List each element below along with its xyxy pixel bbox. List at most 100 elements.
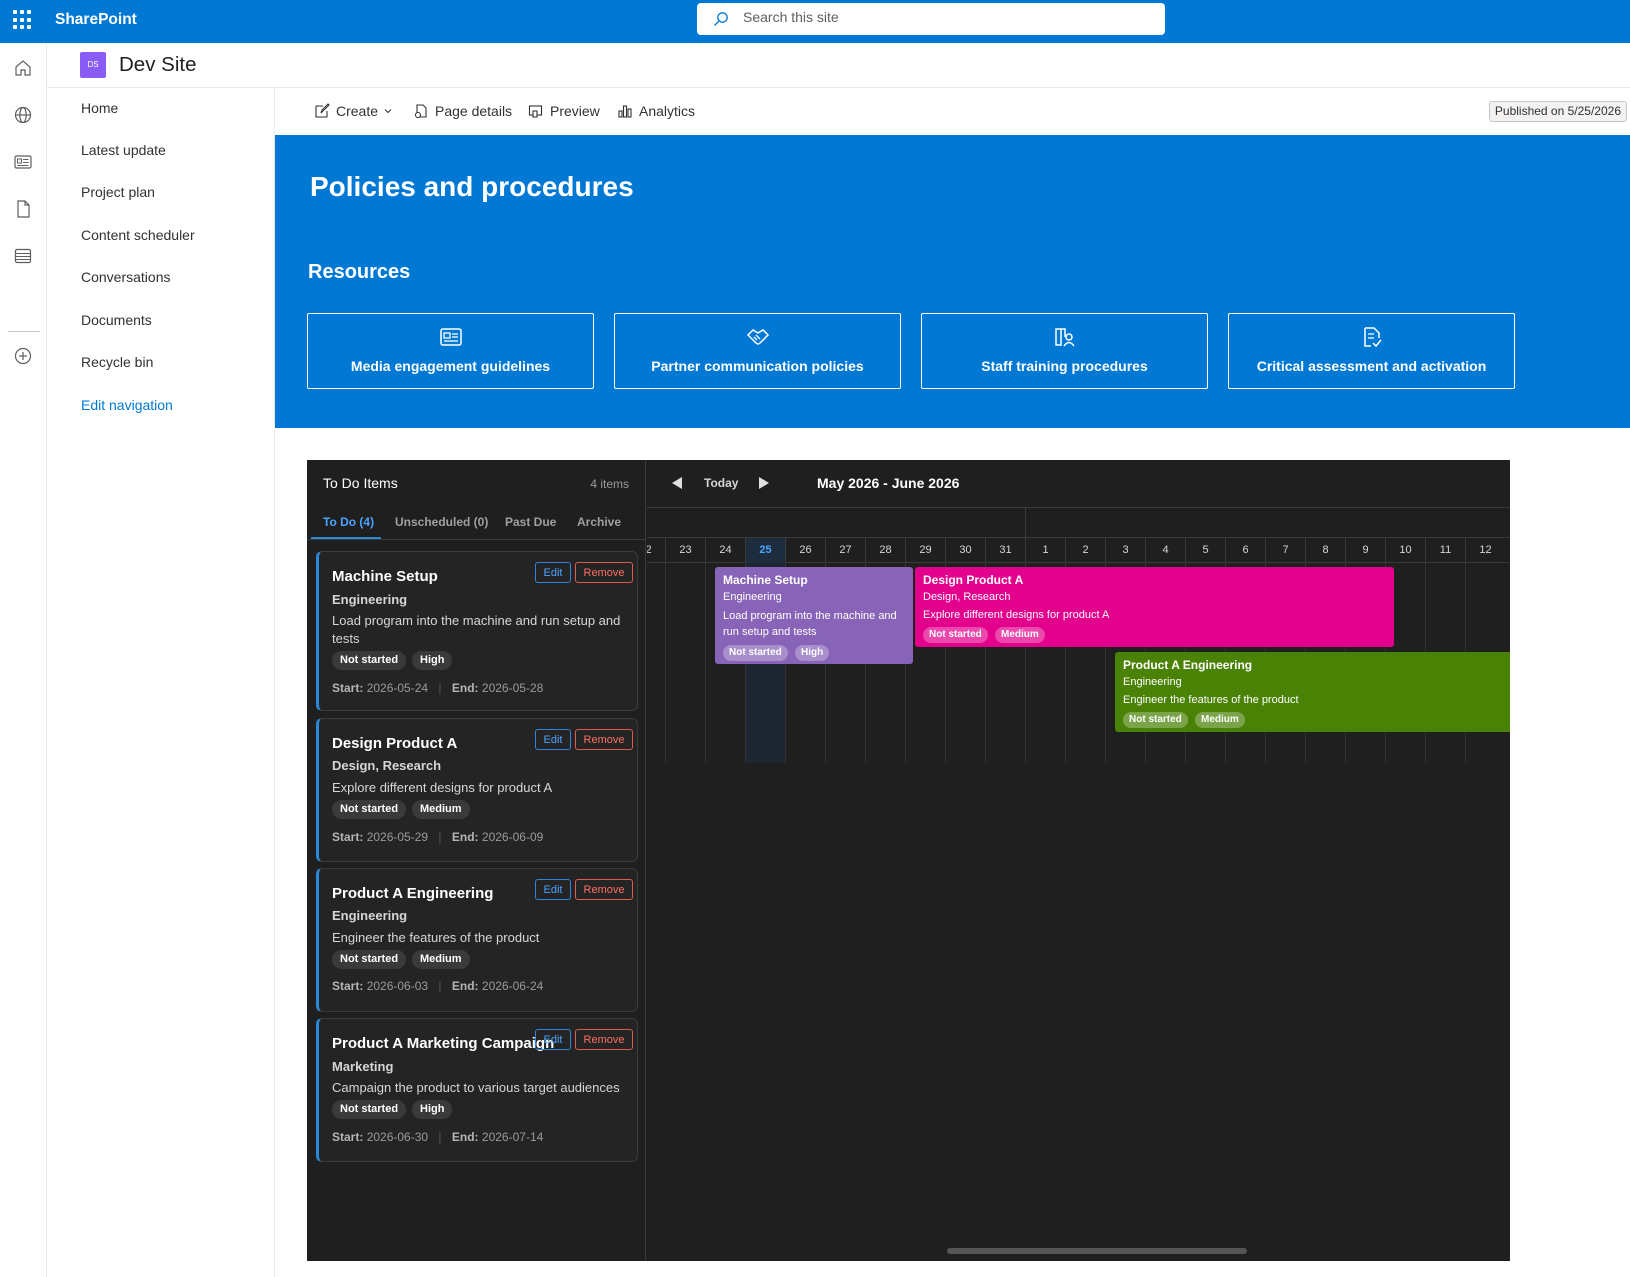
- edit-button[interactable]: Edit: [535, 879, 571, 900]
- page-settings-icon: [414, 104, 427, 119]
- month-divider: [1025, 508, 1026, 538]
- preview-button[interactable]: Preview: [528, 100, 600, 122]
- todo-card-description: Campaign the product to various target a…: [332, 1080, 620, 1095]
- create-button[interactable]: Create: [314, 100, 392, 122]
- day-header: 12: [1465, 538, 1505, 563]
- resource-card-partner[interactable]: Partner communication policies: [614, 313, 901, 389]
- start-label: Start:: [332, 1130, 364, 1144]
- todo-card-dates: Start: 2026-06-03 | End: 2026-06-24: [332, 979, 544, 993]
- today-button[interactable]: Today: [704, 476, 738, 490]
- nav-item-home[interactable]: Home: [81, 100, 118, 116]
- bar-description: Explore different designs for product A: [923, 609, 1110, 621]
- remove-button[interactable]: Remove: [575, 879, 633, 900]
- todo-panel-title: To Do Items: [323, 475, 398, 491]
- day-column: [665, 563, 705, 763]
- search-input[interactable]: [743, 9, 1143, 25]
- home-icon[interactable]: [12, 57, 34, 79]
- nav-item-recycle-bin[interactable]: Recycle bin: [81, 354, 153, 370]
- timeline-navigation: Today May 2026 - June 2026: [647, 460, 1510, 508]
- timeline-bar[interactable]: Design Product A Design, Research Explor…: [915, 567, 1394, 647]
- end-label: End:: [451, 681, 479, 695]
- end-label: End:: [451, 1130, 479, 1144]
- edit-navigation-link[interactable]: Edit navigation: [81, 397, 173, 413]
- resource-card-label: Partner communication policies: [651, 358, 864, 374]
- nav-item-project-plan[interactable]: Project plan: [81, 184, 155, 200]
- bar-category: Design, Research: [923, 591, 1011, 603]
- edit-button[interactable]: Edit: [535, 1029, 571, 1050]
- analytics-button[interactable]: Analytics: [617, 100, 695, 122]
- document-icon[interactable]: [12, 198, 34, 220]
- end-date: 2026-07-14: [481, 1130, 544, 1144]
- status-badge: Not started: [923, 627, 988, 643]
- news-icon: [440, 328, 462, 346]
- todo-card[interactable]: Product A Marketing Campaign Edit Remove…: [316, 1018, 638, 1162]
- nav-item-content-scheduler[interactable]: Content scheduler: [81, 227, 195, 243]
- site-logo[interactable]: DS: [80, 52, 106, 78]
- horizontal-scrollbar[interactable]: [947, 1248, 1247, 1254]
- priority-badge: Medium: [1195, 712, 1245, 728]
- todo-card[interactable]: Product A Engineering Edit Remove Engine…: [316, 868, 638, 1012]
- day-header: 25: [745, 538, 785, 563]
- priority-badge: High: [795, 645, 830, 661]
- nav-item-latest-update[interactable]: Latest update: [81, 142, 166, 158]
- page-title: Policies and procedures: [310, 171, 634, 202]
- app-launcher-icon[interactable]: [13, 10, 33, 30]
- create-plus-icon[interactable]: [12, 345, 34, 367]
- resource-card-label: Staff training procedures: [981, 358, 1148, 374]
- handshake-icon: [746, 329, 770, 345]
- page-details-label: Page details: [435, 103, 513, 119]
- page-details-button[interactable]: Page details: [413, 100, 512, 122]
- remove-button[interactable]: Remove: [575, 729, 633, 750]
- day-header: 26: [785, 538, 825, 563]
- status-badge: Not started: [723, 645, 788, 661]
- timeline-bar[interactable]: Product A Engineering Engineering Engine…: [1115, 652, 1510, 732]
- bar-title: Design Product A: [923, 573, 1024, 587]
- sharepoint-brand[interactable]: SharePoint: [55, 11, 137, 29]
- start-label: Start:: [332, 830, 364, 844]
- day-header: 23: [665, 538, 705, 563]
- day-header: 4: [1145, 538, 1185, 563]
- remove-button[interactable]: Remove: [575, 1029, 633, 1050]
- priority-badge: Medium: [412, 800, 470, 819]
- tab-archive[interactable]: Archive: [577, 515, 621, 529]
- todo-card-title: Machine Setup: [332, 568, 438, 585]
- rail-divider: [8, 331, 40, 332]
- tab-past-due[interactable]: Past Due: [505, 515, 556, 529]
- status-badge: Not started: [332, 800, 407, 819]
- nav-item-documents[interactable]: Documents: [81, 312, 152, 328]
- nav-item-conversations[interactable]: Conversations: [81, 269, 171, 285]
- preview-label: Preview: [550, 103, 600, 119]
- start-date: 2026-06-30: [366, 1130, 429, 1144]
- resource-card-training[interactable]: Staff training procedures: [921, 313, 1208, 389]
- remove-button[interactable]: Remove: [575, 562, 633, 583]
- timeline-bar[interactable]: Machine Setup Engineering Load program i…: [715, 567, 913, 664]
- published-status-badge: Published on 5/25/2026: [1488, 101, 1627, 122]
- end-date: 2026-06-24: [481, 979, 544, 993]
- next-arrow-icon[interactable]: [757, 475, 771, 491]
- month-header-row: [647, 508, 1510, 538]
- tab-to-do[interactable]: To Do (4): [323, 515, 374, 529]
- day-header: 28: [865, 538, 905, 563]
- end-label: End:: [451, 979, 479, 993]
- news-icon[interactable]: [12, 151, 34, 173]
- resource-card-assessment[interactable]: Critical assessment and activation: [1228, 313, 1515, 389]
- previous-arrow-icon[interactable]: [670, 475, 684, 491]
- todo-card[interactable]: Machine Setup Edit Remove Engineering Lo…: [316, 551, 638, 711]
- edit-button[interactable]: Edit: [535, 562, 571, 583]
- tab-unscheduled[interactable]: Unscheduled (0): [395, 515, 488, 529]
- search-box[interactable]: [697, 3, 1165, 35]
- resource-card-media[interactable]: Media engagement guidelines: [307, 313, 594, 389]
- list-icon[interactable]: [12, 245, 34, 267]
- todo-card-description: Engineer the features of the product: [332, 930, 540, 945]
- search-icon: [714, 12, 728, 26]
- site-title[interactable]: Dev Site: [119, 53, 196, 77]
- day-header: 6: [1225, 538, 1265, 563]
- start-label: Start:: [332, 681, 364, 695]
- resource-card-label: Critical assessment and activation: [1256, 358, 1487, 374]
- site-header: DS Dev Site: [47, 43, 1630, 88]
- edit-button[interactable]: Edit: [535, 729, 571, 750]
- todo-card-title: Product A Marketing Campaign: [332, 1035, 555, 1052]
- start-date: 2026-05-29: [366, 830, 429, 844]
- globe-icon[interactable]: [12, 104, 34, 126]
- todo-card[interactable]: Design Product A Edit Remove Design, Res…: [316, 718, 638, 862]
